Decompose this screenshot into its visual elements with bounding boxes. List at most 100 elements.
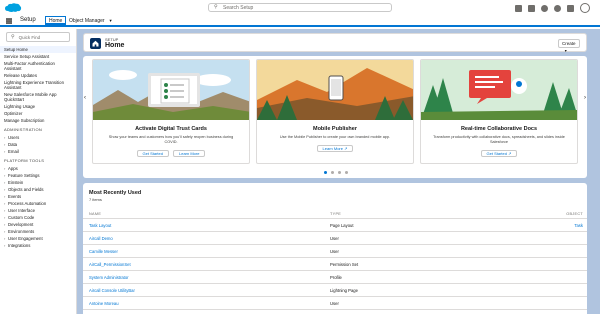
sidebar-item-manage-subscription[interactable]: Manage Subscription [0, 117, 76, 124]
tab-home[interactable]: Home [45, 16, 67, 25]
external-link-icon: ↗ [508, 151, 512, 156]
record-link[interactable]: Camille Messer [83, 249, 330, 254]
table-row: Aircall Console UtilityBar Lightning Pag… [83, 284, 587, 297]
content-area: SETUP Home Create ▼ ‹ › Activate Digital… [83, 33, 587, 318]
get-started-button[interactable]: Get Started [136, 150, 169, 157]
sidebar-item-data[interactable]: › Data [0, 141, 76, 148]
sidebar-item-integrations[interactable]: › Integrations [0, 242, 76, 249]
favorites-icon[interactable] [515, 4, 522, 12]
record-link[interactable]: Aircall Console UtilityBar [83, 288, 330, 293]
most-recently-used-panel: Most Recently Used 7 items NAME TYPE OBJ… [83, 183, 587, 318]
sidebar-section-platform-tools: PLATFORM TOOLS [4, 158, 45, 163]
sidebar-item-label: Users [8, 135, 20, 140]
sidebar-item-users[interactable]: › Users [0, 134, 76, 141]
salesforce-logo[interactable] [4, 2, 22, 13]
search-icon: ⚲ [214, 4, 218, 10]
sidebar-item-mobile-quickstart[interactable]: New Salesforce Mobile App QuickStart [0, 91, 76, 103]
global-header: ⚲ Search Setup [0, 0, 600, 14]
sidebar-item-development[interactable]: › Development [0, 221, 76, 228]
gear-icon[interactable] [554, 4, 561, 12]
page-header: SETUP Home Create ▼ [83, 33, 587, 53]
sidebar-item-label: Einstein [8, 180, 24, 185]
column-header-type[interactable]: TYPE [330, 212, 557, 216]
sidebar-item-einstein[interactable]: › Einstein [0, 179, 76, 186]
search-icon: ⚲ [11, 34, 15, 40]
page-title: Home [105, 42, 125, 49]
sidebar-item-feature-settings[interactable]: › Feature Settings [0, 172, 76, 179]
sidebar-item-objects-fields[interactable]: › Objects and Fields [0, 186, 76, 193]
carousel-dot-1[interactable] [324, 171, 327, 174]
chevron-down-icon: ▼ [108, 18, 113, 23]
notifications-bell-icon[interactable] [567, 4, 574, 12]
sidebar-item-events[interactable]: › Events [0, 193, 76, 200]
sidebar-item-label: Custom Code [8, 215, 35, 220]
sidebar-item-release-updates[interactable]: Release Updates [0, 72, 76, 79]
record-link[interactable]: Antoine Moreau [83, 301, 330, 306]
sidebar-item-user-engagement[interactable]: › User Engagement [0, 235, 76, 242]
sidebar-item-optimizer[interactable]: Optimizer [0, 110, 76, 117]
sidebar-item-label: User Engagement [8, 236, 43, 241]
sidebar-item-service-setup[interactable]: Service Setup Assistant [0, 53, 76, 60]
record-type: Page Layout [330, 222, 354, 228]
sidebar-item-mfa-assistant[interactable]: Multi-Factor Authentication Assistant [0, 60, 76, 72]
table-row: Camille Messer User [83, 245, 587, 258]
sidebar-item-label: Email [8, 149, 19, 154]
sidebar-item-label: Integrations [8, 243, 31, 248]
tab-object-manager[interactable]: Object Manager ▼ [66, 16, 116, 25]
mru-table: NAME TYPE OBJECT Task Layout Page Layout… [83, 205, 587, 310]
global-search-input[interactable]: ⚲ Search Setup [208, 3, 392, 12]
create-dropdown-button[interactable]: Create ▼ [558, 39, 580, 53]
sidebar-item-email[interactable]: › Email [0, 148, 76, 155]
home-icon [90, 38, 101, 49]
sidebar-item-process-automation[interactable]: › Process Automation [0, 200, 76, 207]
sidebar-item-user-interface[interactable]: › User Interface [0, 207, 76, 214]
main-area: ⚲ Quick Find Setup Home Service Setup As… [0, 29, 600, 318]
card-description: Use the Mobile Publisher to create your … [279, 135, 391, 139]
mobile-publisher-illustration [257, 60, 413, 120]
record-object[interactable]: Task [557, 223, 587, 228]
table-row: Task Layout Page Layout Task [83, 219, 587, 232]
carousel-card-trust: Activate Digital Trust Cards Show your t… [92, 59, 250, 164]
carousel-prev-icon[interactable]: ‹ [82, 94, 88, 102]
learn-more-button[interactable]: Learn More [173, 150, 206, 157]
tab-object-manager-label: Object Manager [69, 18, 105, 24]
carousel-dot-3[interactable] [338, 171, 341, 174]
sidebar-item-label: Data [8, 142, 18, 147]
record-type: User [330, 248, 339, 254]
sidebar-item-lightning-usage[interactable]: Lightning Usage [0, 103, 76, 110]
sidebar-item-label: Process Automation [8, 201, 47, 206]
table-row: Aircall Demo User [83, 232, 587, 245]
search-placeholder: Search Setup [223, 4, 254, 11]
app-name: Setup [20, 17, 36, 23]
carousel-card-mobile-publisher: Mobile Publisher Use the Mobile Publishe… [256, 59, 414, 164]
quick-find-input[interactable]: ⚲ Quick Find [6, 32, 70, 42]
learn-more-label: Learn More [322, 146, 343, 151]
record-type: User [330, 300, 339, 306]
sidebar-item-environments[interactable]: › Environments [0, 228, 76, 235]
get-started-button[interactable]: Get Started ↗ [480, 150, 518, 157]
quick-find-placeholder: Quick Find [18, 34, 41, 40]
sidebar-item-apps[interactable]: › Apps [0, 165, 76, 172]
record-link[interactable]: Aircall Demo [83, 236, 330, 241]
column-header-object[interactable]: OBJECT [557, 212, 587, 216]
learn-more-button[interactable]: Learn More ↗ [316, 145, 354, 152]
mru-item-count: 7 items [89, 197, 102, 202]
carousel-indicators [324, 171, 348, 174]
help-icon[interactable] [541, 4, 548, 12]
column-header-name[interactable]: NAME [83, 212, 330, 216]
add-icon[interactable] [528, 4, 535, 12]
record-link[interactable]: System Administrator [83, 275, 330, 280]
record-link[interactable]: Task Layout [83, 223, 330, 228]
sidebar-item-custom-code[interactable]: › Custom Code [0, 214, 76, 221]
carousel-dot-4[interactable] [345, 171, 348, 174]
sidebar-item-lex-transition[interactable]: Lightning Experience Transition Assistan… [0, 79, 76, 91]
user-avatar[interactable] [580, 3, 590, 13]
record-link[interactable]: AirCall_PermissionSet [83, 262, 330, 267]
record-type: Lightning Page [330, 287, 358, 293]
carousel-next-icon[interactable]: › [582, 94, 588, 102]
sidebar-item-setup-home[interactable]: Setup Home [0, 46, 76, 53]
carousel-dot-2[interactable] [331, 171, 334, 174]
app-launcher-icon[interactable] [6, 18, 12, 24]
mru-table-header: NAME TYPE OBJECT [83, 205, 587, 219]
table-row: AirCall_PermissionSet Permission Set [83, 258, 587, 271]
